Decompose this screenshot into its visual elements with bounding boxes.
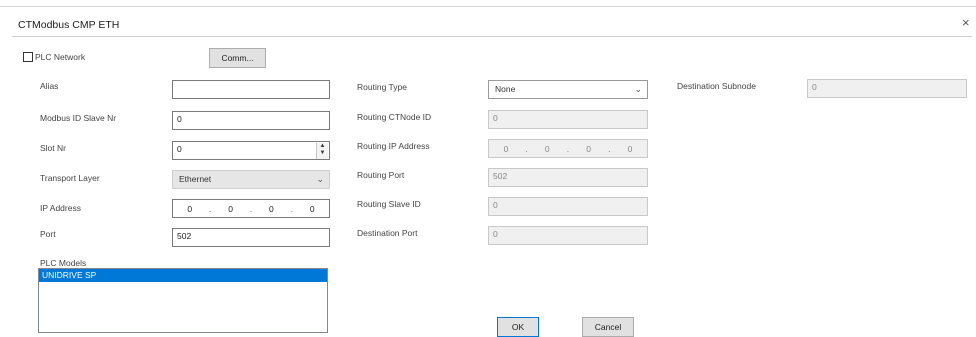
slot-nr-value: 0 bbox=[177, 144, 182, 154]
list-item[interactable]: UNIDRIVE SP bbox=[39, 269, 327, 282]
destination-subnode-label: Destination Subnode bbox=[677, 81, 756, 91]
cancel-button[interactable]: Cancel bbox=[582, 317, 634, 337]
routing-ctnode-input[interactable]: 0 bbox=[488, 110, 648, 129]
ip-dot: . bbox=[290, 203, 293, 214]
ip-dot: . bbox=[209, 203, 212, 214]
port-input[interactable]: 502 bbox=[172, 228, 330, 247]
transport-layer-label: Transport Layer bbox=[40, 173, 100, 183]
ip-dot: . bbox=[525, 143, 528, 154]
close-icon[interactable]: × bbox=[962, 15, 970, 30]
ip-octet-4: 0 bbox=[309, 203, 315, 214]
routing-port-input[interactable]: 502 bbox=[488, 168, 648, 187]
routing-ip-label: Routing IP Address bbox=[357, 141, 430, 151]
slave-nr-label: Modbus ID Slave Nr bbox=[40, 113, 117, 123]
title-separator bbox=[12, 36, 972, 37]
slave-nr-input[interactable]: 0 bbox=[172, 111, 330, 130]
ip-octet-1: 0 bbox=[503, 143, 509, 154]
routing-type-value: None bbox=[495, 84, 516, 94]
routing-slave-input[interactable]: 0 bbox=[488, 197, 648, 216]
comm-button[interactable]: Comm... bbox=[209, 48, 266, 68]
chevron-down-icon: ⌄ bbox=[634, 84, 642, 94]
destination-subnode-input[interactable]: 0 bbox=[807, 79, 967, 98]
routing-ctnode-label: Routing CTNode ID bbox=[357, 112, 432, 122]
dialog-title: CTModbus CMP ETH bbox=[18, 19, 120, 31]
transport-layer-select[interactable]: Ethernet ⌄ bbox=[172, 170, 330, 189]
ip-dot: . bbox=[566, 143, 570, 154]
ip-dot: . bbox=[608, 143, 611, 154]
ip-octet-1: 0 bbox=[187, 203, 193, 214]
spin-down-icon[interactable]: ▼ bbox=[317, 150, 328, 157]
routing-slave-label: Routing Slave ID bbox=[357, 199, 421, 209]
ip-dot: . bbox=[249, 203, 253, 214]
slot-nr-spinner[interactable]: ▲ ▼ bbox=[316, 143, 328, 159]
ip-octet-2: 0 bbox=[544, 143, 550, 154]
slot-nr-spinbox[interactable]: 0 ▲ ▼ bbox=[172, 141, 330, 160]
ip-octet-3: 0 bbox=[586, 143, 592, 154]
plc-network-checkbox[interactable] bbox=[23, 52, 33, 62]
chevron-down-icon: ⌄ bbox=[316, 174, 324, 184]
destination-port-label: Destination Port bbox=[357, 228, 418, 238]
alias-label: Alias bbox=[40, 81, 59, 91]
routing-ip-input[interactable]: 0 . 0 . 0 . 0 bbox=[488, 139, 648, 158]
spin-up-icon[interactable]: ▲ bbox=[317, 143, 328, 150]
plc-models-label: PLC Models bbox=[40, 258, 87, 268]
routing-type-label: Routing Type bbox=[357, 82, 407, 92]
routing-type-select[interactable]: None ⌄ bbox=[488, 80, 648, 99]
ip-octet-4: 0 bbox=[627, 143, 633, 154]
ip-octet-2: 0 bbox=[228, 203, 233, 214]
destination-port-input[interactable]: 0 bbox=[488, 226, 648, 245]
port-label: Port bbox=[40, 229, 56, 239]
transport-layer-value: Ethernet bbox=[179, 174, 212, 184]
ok-button[interactable]: OK bbox=[497, 317, 539, 337]
plc-network-label: PLC Network bbox=[35, 52, 86, 62]
alias-input[interactable] bbox=[172, 80, 330, 99]
plc-models-list[interactable]: UNIDRIVE SP bbox=[38, 268, 328, 333]
ip-address-label: IP Address bbox=[40, 203, 81, 213]
ip-octet-3: 0 bbox=[269, 203, 274, 214]
ip-address-input[interactable]: 0 . 0 . 0 . 0 bbox=[172, 199, 330, 218]
routing-port-label: Routing Port bbox=[357, 170, 405, 180]
slot-nr-label: Slot Nr bbox=[40, 143, 66, 153]
